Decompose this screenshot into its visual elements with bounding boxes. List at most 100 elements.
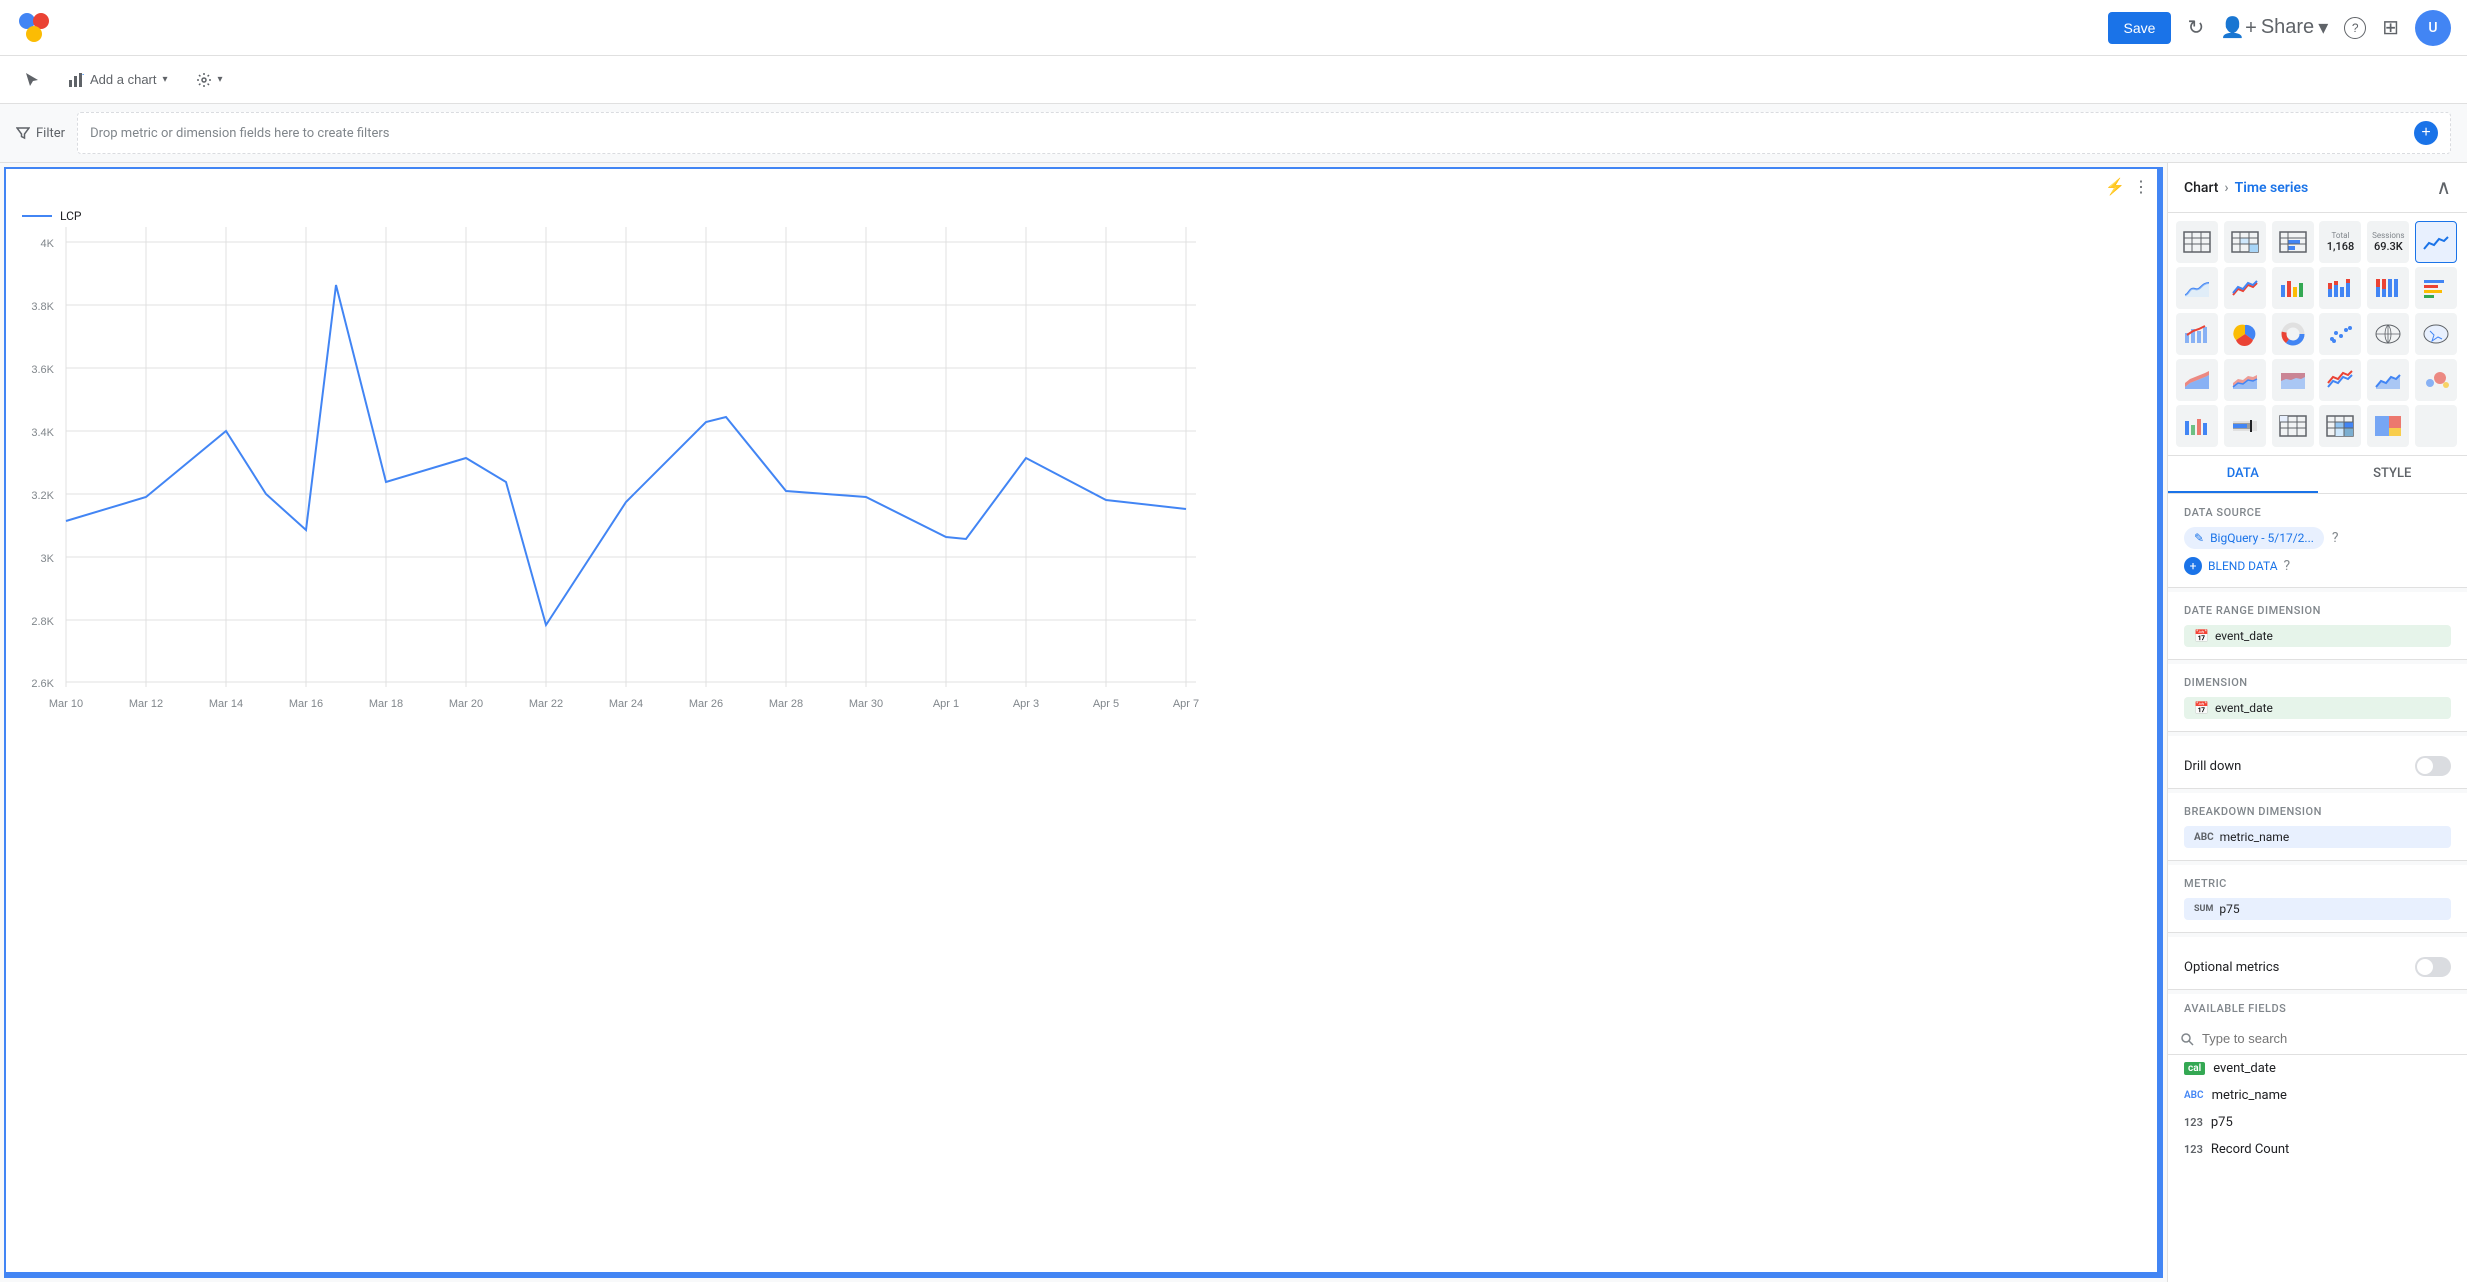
chart-header: ⚡ ⋮	[6, 169, 2161, 205]
breakdown-field-chip[interactable]: ABC metric_name	[2184, 826, 2451, 848]
chart-type-bullet[interactable]	[2224, 405, 2266, 447]
field-item-p75[interactable]: 123 p75	[2168, 1109, 2467, 1136]
plus-icon: +	[2184, 557, 2202, 575]
field-item-event-date[interactable]: cal event_date	[2168, 1055, 2467, 1082]
chart-type-scorecard-sessions[interactable]: Sessions69.3K	[2367, 221, 2409, 263]
share-button[interactable]: 👤+ Share ▾	[2220, 15, 2328, 40]
top-nav: Save ↻ 👤+ Share ▾ ? ⊞ U	[0, 0, 2467, 56]
chart-type-multi-line[interactable]	[2319, 359, 2361, 401]
field-name-event-date: event_date	[2213, 1061, 2276, 1076]
chart-type-table[interactable]	[2176, 221, 2218, 263]
panel-header: Chart › Time series ∧	[2168, 163, 2467, 213]
field-item-metric-name[interactable]: ABC metric_name	[2168, 1082, 2467, 1109]
refresh-button[interactable]: ↻	[2187, 15, 2204, 40]
cursor-tool-button[interactable]	[16, 66, 48, 94]
manage-icon	[196, 72, 212, 88]
drill-down-toggle[interactable]	[2415, 756, 2451, 776]
chart-type-pie[interactable]	[2224, 313, 2266, 355]
chart-type-table-bar[interactable]	[2272, 221, 2314, 263]
chart-type-100-bar[interactable]	[2367, 267, 2409, 309]
more-icon: ⋮	[2133, 179, 2149, 196]
chevron-down-icon: ▾	[2318, 15, 2328, 40]
chart-type-donut[interactable]	[2272, 313, 2314, 355]
chart-type-time-series[interactable]	[2415, 221, 2457, 263]
filter-add-button[interactable]: +	[2414, 121, 2438, 145]
dimension-field-chip[interactable]: 📅 event_date	[2184, 697, 2451, 719]
calendar-icon-2: 📅	[2194, 701, 2209, 715]
filter-drop-zone[interactable]: Drop metric or dimension fields here to …	[77, 112, 2451, 154]
chart-resize-bottom[interactable]	[6, 1272, 2161, 1276]
tab-data[interactable]: DATA	[2168, 456, 2318, 493]
chart-type-geo-map[interactable]	[2367, 313, 2409, 355]
search-input[interactable]	[2202, 1031, 2455, 1046]
blend-data-button[interactable]: + BLEND DATA ?	[2184, 557, 2451, 575]
filter-icon	[16, 126, 30, 140]
chevron-down-icon: ▾	[163, 74, 168, 85]
tab-style[interactable]: STYLE	[2318, 456, 2467, 493]
svg-text:Mar 14: Mar 14	[209, 698, 243, 710]
chart-type-scorecard-total[interactable]: Total1,168	[2319, 221, 2361, 263]
date-range-field-chip[interactable]: 📅 event_date	[2184, 625, 2451, 647]
manage-button[interactable]: ▾	[188, 66, 231, 94]
svg-text:Mar 22: Mar 22	[529, 698, 563, 710]
chart-type-horizontal-bar[interactable]	[2415, 267, 2457, 309]
blend-help-icon[interactable]: ?	[2284, 558, 2291, 574]
help-button[interactable]: ?	[2344, 17, 2366, 39]
chart-type-smooth-line[interactable]	[2176, 267, 2218, 309]
add-chart-button[interactable]: + Add a chart ▾	[60, 66, 176, 94]
save-button[interactable]: Save	[2108, 12, 2172, 44]
svg-text:Mar 18: Mar 18	[369, 698, 403, 710]
more-options-button[interactable]: ⋮	[2133, 177, 2149, 197]
metric-field-chip[interactable]: SUM p75	[2184, 898, 2451, 920]
chart-type-bar[interactable]	[2272, 267, 2314, 309]
help-icon[interactable]: ?	[2332, 530, 2339, 546]
chart-container: .grid-line { stroke: #e0e0e0; stroke-wid…	[6, 227, 2161, 751]
chart-svg: .grid-line { stroke: #e0e0e0; stroke-wid…	[26, 227, 1206, 747]
pencil-icon: ✎	[2194, 531, 2204, 545]
chart-type-stacked-bar[interactable]	[2319, 267, 2361, 309]
field-item-record-count[interactable]: 123 Record Count	[2168, 1136, 2467, 1163]
filter-bar: Filter Drop metric or dimension fields h…	[0, 104, 2467, 163]
chart-type-area[interactable]	[2367, 359, 2409, 401]
optional-metrics-row: Optional metrics	[2184, 957, 2451, 977]
data-source-label: Data source	[2184, 506, 2451, 519]
chart-type-stacked-area-multi[interactable]	[2224, 359, 2266, 401]
num-badge-rc: 123	[2184, 1143, 2203, 1156]
chart-type-bubble[interactable]	[2415, 359, 2457, 401]
chart-type-treemap[interactable]	[2367, 405, 2409, 447]
avatar[interactable]: U	[2415, 10, 2451, 46]
lightning-button[interactable]: ⚡	[2105, 177, 2125, 197]
data-source-chip[interactable]: ✎ BigQuery - 5/17/2...	[2184, 527, 2324, 549]
available-fields-label: Available Fields	[2168, 994, 2467, 1023]
num-badge-p75: 123	[2184, 1116, 2203, 1129]
svg-text:Apr 7: Apr 7	[1173, 698, 1199, 710]
text-badge: ABC	[2184, 1090, 2204, 1101]
available-fields-panel: Available Fields cal event_date ABC metr…	[2168, 994, 2467, 1282]
chart-type-100-area[interactable]	[2272, 359, 2314, 401]
svg-text:Apr 1: Apr 1	[933, 698, 959, 710]
breadcrumb-active: Time series	[2235, 180, 2309, 196]
drill-down-section: Drill down	[2168, 736, 2467, 789]
chart-type-combo[interactable]	[2176, 313, 2218, 355]
search-icon	[2180, 1032, 2194, 1046]
chart-type-geo-chart[interactable]	[2415, 313, 2457, 355]
panel-tabs: DATA STYLE	[2168, 456, 2467, 494]
share-label: Share	[2261, 16, 2314, 39]
apps-button[interactable]: ⊞	[2382, 15, 2399, 40]
chart-type-pivot-table[interactable]	[2272, 405, 2314, 447]
data-source-section: Data source ✎ BigQuery - 5/17/2... ? + B…	[2168, 494, 2467, 588]
chart-resize-right[interactable]	[2157, 169, 2161, 1276]
panel-collapse-button[interactable]: ∧	[2436, 175, 2451, 200]
chart-type-empty	[2415, 405, 2457, 447]
chart-type-line[interactable]	[2224, 267, 2266, 309]
svg-text:4K: 4K	[41, 238, 55, 250]
chart-type-pivot-heatmap[interactable]	[2319, 405, 2361, 447]
chart-type-table-heatmap[interactable]	[2224, 221, 2266, 263]
svg-text:3K: 3K	[41, 553, 55, 565]
chart-type-stacked-area[interactable]	[2176, 359, 2218, 401]
chart-type-scatter[interactable]	[2319, 313, 2361, 355]
optional-metrics-toggle[interactable]	[2415, 957, 2451, 977]
optional-toggle-knob	[2417, 959, 2433, 975]
chart-type-waterfall[interactable]	[2176, 405, 2218, 447]
app-logo	[16, 10, 52, 46]
